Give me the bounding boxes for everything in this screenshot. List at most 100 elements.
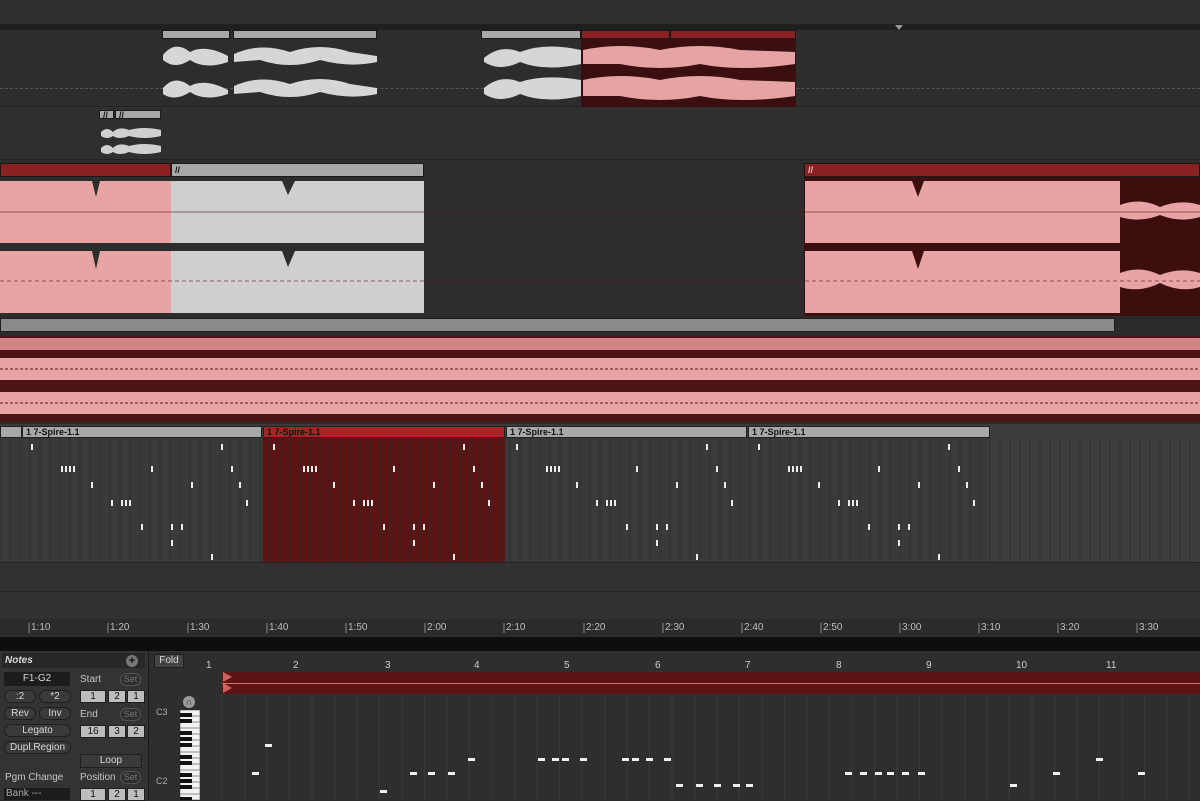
midi-note (852, 500, 854, 506)
midi-note (878, 466, 880, 472)
midi-note (948, 444, 950, 450)
editor-note (746, 784, 753, 787)
midi-note (69, 466, 71, 472)
midi-notes-arrangement (0, 438, 1191, 562)
editor-note (646, 758, 653, 761)
midi-clip-header[interactable]: 1 7-Spire-1.1 (748, 426, 990, 438)
midi-note (724, 482, 726, 488)
midi-note (303, 466, 305, 472)
audio-clip-header-selected[interactable] (0, 163, 171, 177)
end-bar-field[interactable]: 16 (80, 725, 106, 738)
audio-clip-header-selected[interactable] (0, 338, 1200, 350)
midi-note (125, 500, 127, 506)
black-key (180, 713, 192, 717)
black-key (180, 743, 192, 747)
midi-note (333, 482, 335, 488)
midi-note (818, 482, 820, 488)
midi-clip-header-selected[interactable]: 1 7-Spire-1.1 (263, 426, 505, 438)
end-sixteenth-field[interactable]: 2 (127, 725, 145, 738)
end-beat-field[interactable]: 3 (108, 725, 126, 738)
loop-button[interactable]: Loop (80, 754, 142, 768)
audio-clip-header[interactable]: // (171, 163, 424, 177)
empty-track[interactable] (0, 562, 1200, 591)
editor-note (538, 758, 545, 761)
midi-note (307, 466, 309, 472)
midi-note (973, 500, 975, 506)
start-bar-field[interactable]: 1 (80, 690, 106, 703)
midi-note (65, 466, 67, 472)
add-icon[interactable]: + (126, 655, 138, 667)
start-beat-field[interactable]: 2 (108, 690, 126, 703)
midi-note (129, 500, 131, 506)
midi-note (181, 524, 183, 530)
audio-clip-header-selected[interactable]: // (804, 163, 1200, 177)
midi-note (61, 466, 63, 472)
midi-note (315, 466, 317, 472)
small-clip-header[interactable]: // (115, 110, 161, 119)
editor-note (265, 744, 272, 747)
empty-track[interactable] (0, 591, 1200, 620)
start-set-button[interactable]: Set (120, 673, 141, 686)
midi-note (636, 466, 638, 472)
legato-button[interactable]: Legato (4, 724, 71, 737)
black-key (180, 773, 192, 777)
key-label-c2: C2 (156, 776, 168, 786)
position-set-button[interactable]: Set (120, 771, 141, 784)
midi-note (554, 466, 556, 472)
black-key (180, 785, 192, 789)
midi-note (111, 500, 113, 506)
half-length-button[interactable]: :2 (4, 690, 36, 703)
duplicate-region-button[interactable]: Dupl.Region (4, 741, 71, 754)
midi-note (848, 500, 850, 506)
position-sixteenth-field[interactable]: 1 (127, 788, 145, 801)
midi-note (800, 466, 802, 472)
reverse-button[interactable]: Rev (4, 707, 36, 720)
editor-note (622, 758, 629, 761)
audio-track-2[interactable] (0, 107, 1200, 160)
midi-note (231, 466, 233, 472)
midi-note (898, 524, 900, 530)
midi-note (171, 540, 173, 546)
editor-note (580, 758, 587, 761)
editor-note (696, 784, 703, 787)
editor-note (875, 772, 882, 775)
midi-note (966, 482, 968, 488)
midi-note (473, 466, 475, 472)
midi-note (423, 524, 425, 530)
black-key (180, 731, 192, 735)
position-bar-field[interactable]: 1 (80, 788, 106, 801)
midi-note (908, 524, 910, 530)
editor-note (552, 758, 559, 761)
midi-note (550, 466, 552, 472)
preview-headphones-icon[interactable]: ∩ (183, 696, 195, 708)
midi-clip-header[interactable]: 1 7-Spire-1.1 (506, 426, 747, 438)
midi-clip-header[interactable] (0, 426, 22, 438)
midi-note (151, 466, 153, 472)
black-key (180, 737, 192, 741)
view-divider[interactable] (0, 637, 1200, 651)
start-sixteenth-field[interactable]: 1 (127, 690, 145, 703)
small-clip-header[interactable]: // (99, 110, 114, 119)
midi-note (656, 540, 658, 546)
clip-editor-grid (221, 694, 1190, 800)
end-set-button[interactable]: Set (120, 708, 141, 721)
ruler-ticks (28, 623, 1138, 633)
midi-note (73, 466, 75, 472)
piano-keyboard[interactable] (180, 710, 200, 800)
invert-button[interactable]: Inv (39, 707, 71, 720)
midi-note (371, 500, 373, 506)
start-label: Start (80, 674, 102, 685)
double-length-button[interactable]: *2 (39, 690, 71, 703)
bank-field[interactable]: Bank --- (4, 788, 70, 800)
collapsed-clip-bar[interactable] (0, 318, 1115, 332)
note-range-display[interactable]: F1-G2 (4, 672, 70, 686)
midi-note (610, 500, 612, 506)
key-label-c3: C3 (156, 707, 168, 717)
editor-note (1010, 784, 1017, 787)
fold-button[interactable]: Fold (154, 654, 184, 668)
midi-clip-header[interactable]: 1 7-Spire-1.1 (22, 426, 262, 438)
position-beat-field[interactable]: 2 (108, 788, 126, 801)
black-key (180, 719, 192, 723)
midi-note (938, 554, 940, 560)
black-key (180, 761, 192, 765)
